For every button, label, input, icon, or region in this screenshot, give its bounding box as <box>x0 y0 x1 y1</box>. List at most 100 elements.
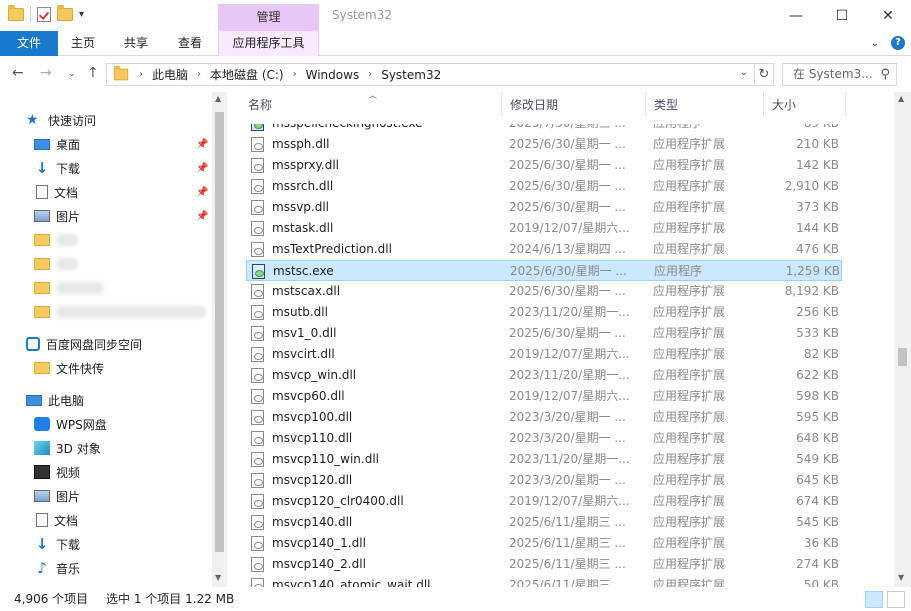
nav-item-blurred-folder[interactable] <box>34 229 78 251</box>
table-row[interactable]: msvcp110.dll 2023/3/20/星期一 ... 应用程序扩展 648 K… <box>246 428 842 449</box>
customize-toolbar-chevron-down-icon[interactable]: ▾ <box>79 9 84 20</box>
nav-item-desktop[interactable]: 桌面 <box>34 133 80 155</box>
file-type: 应用程序扩展 <box>653 284 726 298</box>
breadcrumb-windows[interactable]: Windows <box>306 68 360 82</box>
column-header-type[interactable]: 类型 <box>646 92 764 116</box>
document-icon <box>36 185 48 199</box>
maximize-button[interactable]: ☐ <box>819 0 865 31</box>
breadcrumb-c-drive[interactable]: 本地磁盘 (C:) <box>210 66 284 83</box>
table-row[interactable]: mssvp.dll 2025/6/30/星期一 ... 应用程序扩展 373 KB <box>246 197 842 218</box>
tab-share[interactable]: 共享 <box>110 31 162 56</box>
nav-item-label: 文档 <box>54 185 79 200</box>
table-row[interactable]: msvcp_win.dll 2023/11/20/星期一... 应用程序扩展 622 … <box>246 365 842 386</box>
table-row[interactable]: msvcp110_win.dll 2023/11/20/星期一... 应用程序扩展 5… <box>246 449 842 470</box>
tab-file[interactable]: 文件 <box>0 31 58 56</box>
new-folder-icon[interactable] <box>57 4 73 21</box>
scrollbar-thumb[interactable] <box>215 112 224 552</box>
address-history-chevron-down-icon[interactable]: ⌄ <box>740 67 748 78</box>
scroll-up-arrow-icon[interactable]: ▲ <box>898 94 904 103</box>
table-row[interactable]: mssph.dll 2025/6/30/星期一 ... 应用程序扩展 210 KB <box>246 134 842 155</box>
search-input[interactable]: 在 System3... ⚲ <box>782 63 897 86</box>
nav-item-documents-pc[interactable]: 文档 <box>34 509 78 531</box>
up-arrow-icon[interactable]: ↑ <box>87 65 99 81</box>
nav-item-wps[interactable]: WPS网盘 <box>34 413 107 435</box>
table-row[interactable]: mssprxy.dll 2025/6/30/星期一 ... 应用程序扩展 142 KB <box>246 155 842 176</box>
breadcrumb-separator-chevron-icon[interactable]: › <box>293 69 297 80</box>
column-header-size[interactable]: 大小 <box>764 92 846 116</box>
table-row[interactable]: msvcirt.dll 2019/12/07/星期六... 应用程序扩展 82 KB <box>246 344 842 365</box>
table-row[interactable]: msvcp140_2.dll 2025/6/11/星期三 ... 应用程序扩展 274… <box>246 554 842 575</box>
properties-icon[interactable] <box>37 6 51 22</box>
nav-pane-scrollbar[interactable]: ▲ ▼ <box>212 92 227 587</box>
minimize-button[interactable]: — <box>773 0 819 31</box>
table-row[interactable]: msutb.dll 2023/11/20/星期一... 应用程序扩展 256 KB <box>246 302 842 323</box>
scroll-down-arrow-icon[interactable]: ▼ <box>215 573 221 582</box>
forward-arrow-icon[interactable]: → <box>40 65 52 81</box>
breadcrumb-separator-chevron-icon[interactable]: › <box>139 69 143 80</box>
table-row[interactable]: msv1_0.dll 2025/6/30/星期一 ... 应用程序扩展 533 KB <box>246 323 842 344</box>
file-size: 256 KB <box>796 305 839 319</box>
table-row[interactable]: msspellcheckinghost.exe2025/7/30/星期三 ...… <box>246 124 842 134</box>
folder-icon[interactable] <box>8 4 24 21</box>
address-bar[interactable]: › 此电脑 › 本地磁盘 (C:) › Windows › System32 ⌄ <box>106 63 755 86</box>
music-icon: ♪ <box>37 559 47 577</box>
scroll-down-arrow-icon[interactable]: ▼ <box>898 573 904 582</box>
table-row[interactable]: msvcp100.dll 2023/3/20/星期一 ... 应用程序扩展 595 K… <box>246 407 842 428</box>
ribbon-controls: ⌄ ? <box>871 36 905 50</box>
nav-item-blurred-folder[interactable] <box>34 253 78 275</box>
nav-item-videos[interactable]: 视频 <box>34 461 80 483</box>
nav-item-pictures[interactable]: 图片 <box>34 205 80 227</box>
nav-baidu-netdisk[interactable]: 百度网盘同步空间 <box>26 333 142 355</box>
tab-application-tools[interactable]: 应用程序工具 <box>218 31 319 56</box>
tab-view[interactable]: 查看 <box>164 31 216 56</box>
large-icons-view-button[interactable] <box>887 591 905 608</box>
help-icon[interactable]: ? <box>891 36 905 50</box>
table-row[interactable]: msvcp140.dll 2025/6/11/星期三 ... 应用程序扩展 545 K… <box>246 512 842 533</box>
breadcrumb-separator-chevron-icon[interactable]: › <box>197 69 201 80</box>
nav-item-documents[interactable]: 文档 <box>34 181 78 203</box>
table-row[interactable]: mstask.dll 2019/12/07/星期六... 应用程序扩展 144 KB <box>246 218 842 239</box>
folder-icon <box>34 234 50 246</box>
tab-home[interactable]: 主页 <box>58 31 108 56</box>
expand-ribbon-chevron-down-icon[interactable]: ⌄ <box>871 38 879 49</box>
breadcrumb-system32[interactable]: System32 <box>381 68 441 82</box>
nav-item-label: 3D 对象 <box>56 441 101 456</box>
nav-quick-access-label: 快速访问 <box>48 113 97 128</box>
file-list-scrollbar[interactable]: ▲ ▼ <box>894 92 911 587</box>
breadcrumb-this-pc[interactable]: 此电脑 <box>152 66 188 83</box>
file-size: 622 KB <box>796 368 839 382</box>
table-row[interactable]: msvcp140_1.dll 2025/6/11/星期三 ... 应用程序扩展 36 … <box>246 533 842 554</box>
nav-item-blurred-folder[interactable] <box>34 277 104 299</box>
column-header-date[interactable]: 修改日期 <box>502 92 646 116</box>
table-row[interactable]: msTextPrediction.dll 2024/6/13/星期四 ... 应用程… <box>246 239 842 260</box>
refresh-icon[interactable]: ↻ <box>755 63 774 86</box>
table-row[interactable]: msvcp140_atomic_wait.dll 2025/6/11/星期三 ..… <box>246 575 842 587</box>
details-view-button[interactable] <box>865 591 883 608</box>
table-row[interactable]: mstscax.dll 2025/6/30/星期一 ... 应用程序扩展 8,192 … <box>246 281 842 302</box>
nav-item-pictures-pc[interactable]: 图片 <box>34 485 80 507</box>
dll-file-icon <box>251 515 264 530</box>
table-row[interactable]: msvcp120_clr0400.dll 2019/12/07/星期六... 应用程… <box>246 491 842 512</box>
nav-item-blurred-folder[interactable] <box>34 301 206 323</box>
table-row[interactable]: msvcp120.dll 2023/3/20/星期一 ... 应用程序扩展 645 K… <box>246 470 842 491</box>
nav-quick-access[interactable]: ★ 快速访问 <box>26 109 96 131</box>
breadcrumb: › 此电脑 › 本地磁盘 (C:) › Windows › System32 <box>139 66 441 83</box>
close-button[interactable]: ✕ <box>865 0 911 31</box>
selection-info: 选中 1 个项目 1.22 MB <box>106 592 235 606</box>
back-arrow-icon[interactable]: ← <box>12 65 24 81</box>
recent-locations-chevron-down-icon[interactable]: ⌄ <box>68 69 76 79</box>
dll-file-icon <box>251 494 264 509</box>
nav-this-pc[interactable]: 此电脑 <box>26 389 84 411</box>
nav-item-file-transfer[interactable]: 文件快传 <box>34 357 104 379</box>
scrollbar-thumb[interactable] <box>898 348 907 366</box>
nav-item-downloads[interactable]: ↓ 下载 <box>34 157 80 179</box>
nav-item-3d-objects[interactable]: 3D 对象 <box>34 437 101 459</box>
nav-item-music[interactable]: ♪ 音乐 <box>34 557 80 579</box>
scroll-up-arrow-icon[interactable]: ▲ <box>215 94 221 103</box>
table-row[interactable]: mssrch.dll 2025/6/30/星期一 ... 应用程序扩展 2,910 K… <box>246 176 842 197</box>
table-row[interactable]: msvcp60.dll 2019/12/07/星期六... 应用程序扩展 598 KB <box>246 386 842 407</box>
title-bar: ▾ 管理 System32 — ☐ ✕ <box>0 0 911 31</box>
breadcrumb-separator-chevron-icon[interactable]: › <box>368 69 372 80</box>
table-row[interactable]: mstsc.exe 2025/6/30/星期一 ... 应用程序 1,259 KB <box>246 260 842 281</box>
nav-item-downloads-pc[interactable]: ↓ 下载 <box>34 533 80 555</box>
